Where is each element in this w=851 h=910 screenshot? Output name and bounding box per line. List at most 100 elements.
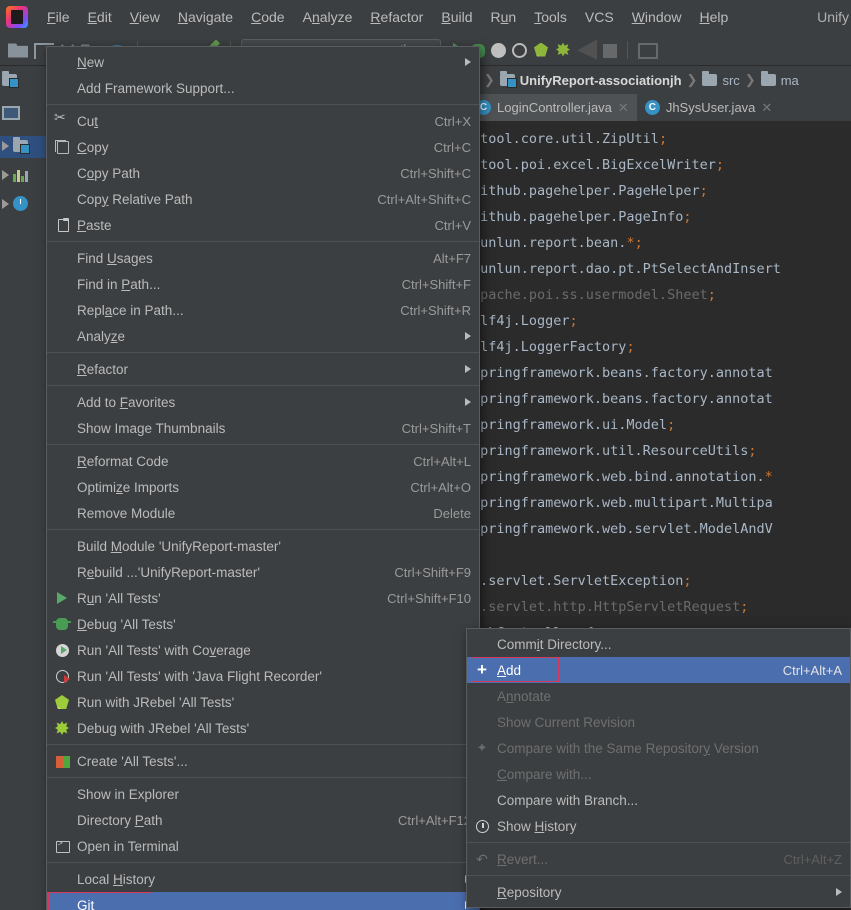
close-icon[interactable]: ✕ xyxy=(618,100,629,116)
menubar-item-file[interactable]: File xyxy=(38,6,79,28)
layout-icon[interactable] xyxy=(638,42,658,59)
context-menu-item-run-all-tests[interactable]: Run 'All Tests' Ctrl+Shift+F10 xyxy=(47,585,479,611)
context-menu-item-directory-path[interactable]: Directory Path Ctrl+Alt+F12 xyxy=(47,807,479,833)
jrebel-debug-icon[interactable] xyxy=(556,42,570,57)
breadcrumb-label-3: ma xyxy=(780,72,799,88)
menu-item-icon-slot xyxy=(47,669,77,684)
java-flight-recorder-icon[interactable] xyxy=(512,43,527,58)
git-menu-item-compare-with-the-same-repository-version[interactable]: ✦ Compare with the Same Repository Versio… xyxy=(467,735,850,761)
coverage-icon xyxy=(55,643,69,657)
menu-item-shortcut: Ctrl+Shift+F10 xyxy=(387,590,471,606)
context-menu-item-optimize-imports[interactable]: Optimize Imports Ctrl+Alt+O xyxy=(47,474,479,500)
context-menu-item-git[interactable]: Git xyxy=(47,892,479,910)
context-menu-item-rebuild-unifyreport-master[interactable]: Rebuild ...'UnifyReport-master' Ctrl+Shif… xyxy=(47,559,479,585)
context-menu-item-run-all-tests-with-coverage[interactable]: Run 'All Tests' with Coverage xyxy=(47,637,479,663)
menu-item-shortcut: Ctrl+Shift+C xyxy=(400,165,471,181)
context-menu-item-find-in-path[interactable]: Find in Path... Ctrl+Shift+F xyxy=(47,271,479,297)
copy-icon xyxy=(55,140,69,154)
context-menu-item-debug-with-jrebel-all-tests[interactable]: Debug with JRebel 'All Tests' xyxy=(47,715,479,741)
menubar-item-analyze[interactable]: Analyze xyxy=(294,6,362,28)
folder-icon xyxy=(702,71,718,86)
code-line-7: slf4j.Logger; xyxy=(472,313,578,329)
expand-arrow-icon-2[interactable] xyxy=(2,170,9,180)
menubar-item-run[interactable]: Run xyxy=(482,6,526,28)
context-menu-item-show-in-explorer[interactable]: Show in Explorer xyxy=(47,781,479,807)
context-menu-item-create-all-tests[interactable]: Create 'All Tests'... xyxy=(47,748,479,774)
menubar-item-refactor[interactable]: Refactor xyxy=(361,6,432,28)
menu-item-label: Optimize Imports xyxy=(77,479,180,495)
menubar-item-view[interactable]: View xyxy=(121,6,169,28)
menubar-item-build[interactable]: Build xyxy=(432,6,481,28)
menu-item-label: Run with JRebel 'All Tests' xyxy=(77,694,235,710)
context-menu-item-refactor[interactable]: Refactor xyxy=(47,356,479,382)
context-menu-item-copy-relative-path[interactable]: Copy Relative Path Ctrl+Alt+Shift+C xyxy=(47,186,479,212)
git-menu-item-show-current-revision[interactable]: Show Current Revision xyxy=(467,709,850,735)
menu-item-label: Commit Directory... xyxy=(497,636,612,652)
context-menu-item-reformat-code[interactable]: Reformat Code Ctrl+Alt+L xyxy=(47,448,479,474)
context-menu-item-open-in-terminal[interactable]: Open in Terminal xyxy=(47,833,479,859)
menu-separator-9 xyxy=(47,862,479,863)
open-project-icon[interactable] xyxy=(8,43,28,58)
context-menu-item-show-image-thumbnails[interactable]: Show Image Thumbnails Ctrl+Shift+T xyxy=(47,415,479,441)
project-context-menu[interactable]: New Add Framework Support... Cut Ctrl+X Copy… xyxy=(46,46,480,910)
editor-tab-0[interactable]: C LoginController.java ✕ xyxy=(468,94,637,121)
menubar-item-tools[interactable]: Tools xyxy=(525,6,576,28)
menu-item-label: Show in Explorer xyxy=(77,786,180,802)
menubar-item-navigate[interactable]: Navigate xyxy=(169,6,242,28)
context-menu-item-remove-module[interactable]: Remove Module Delete xyxy=(47,500,479,526)
menu-separator-4 xyxy=(47,385,479,386)
expand-arrow-icon[interactable] xyxy=(2,141,9,151)
git-menu-item-commit-directory[interactable]: Commit Directory... xyxy=(467,631,850,657)
git-menu-item-annotate[interactable]: Annotate xyxy=(467,683,850,709)
context-menu-item-run-all-tests-with-java-flight-recorder[interactable]: Run 'All Tests' with 'Java Flight Record… xyxy=(47,663,479,689)
context-menu-item-build-module-unifyreport-master[interactable]: Build Module 'UnifyReport-master' xyxy=(47,533,479,559)
context-menu-item-new[interactable]: New xyxy=(47,49,479,75)
context-menu-item-replace-in-path[interactable]: Replace in Path... Ctrl+Shift+R xyxy=(47,297,479,323)
context-menu-item-local-history[interactable]: Local History xyxy=(47,866,479,892)
menubar-item-edit[interactable]: Edit xyxy=(79,6,121,28)
context-menu-item-debug-all-tests[interactable]: Debug 'All Tests' xyxy=(47,611,479,637)
menubar-item-window[interactable]: Window xyxy=(623,6,691,28)
menu-item-icon-slot xyxy=(47,720,77,736)
menubar-item-vcs[interactable]: VCS xyxy=(576,6,623,28)
context-menu-item-add-to-favorites[interactable]: Add to Favorites xyxy=(47,389,479,415)
jrebel-run-icon[interactable] xyxy=(534,42,548,57)
menu-item-icon-slot: + xyxy=(467,661,497,678)
git-menu-item-add[interactable]: + Add Ctrl+Alt+A xyxy=(467,657,850,683)
context-menu-item-find-usages[interactable]: Find Usages Alt+F7 xyxy=(47,245,479,271)
context-menu-item-cut[interactable]: Cut Ctrl+X xyxy=(47,108,479,134)
module-icon xyxy=(2,71,19,88)
menubar-item-code[interactable]: Code xyxy=(242,6,293,28)
context-menu-item-analyze[interactable]: Analyze xyxy=(47,323,479,349)
menu-item-label: New xyxy=(77,54,105,70)
context-menu-item-paste[interactable]: Paste Ctrl+V xyxy=(47,212,479,238)
stop-icon[interactable] xyxy=(603,44,617,58)
breadcrumb-item-3[interactable]: ma xyxy=(760,71,799,88)
context-menu-item-add-framework-support[interactable]: Add Framework Support... xyxy=(47,75,479,101)
context-menu-item-copy[interactable]: Copy Ctrl+C xyxy=(47,134,479,160)
breadcrumb-item-2[interactable]: src xyxy=(702,71,740,88)
menu-item-shortcut: Ctrl+Alt+O xyxy=(410,479,471,495)
context-menu-item-copy-path[interactable]: Copy Path Ctrl+Shift+C xyxy=(47,160,479,186)
menu-separator-7 xyxy=(47,744,479,745)
git-menu-item-compare-with-branch[interactable]: Compare with Branch... xyxy=(467,787,850,813)
revert-icon: ↶ xyxy=(476,851,488,867)
code-line-3: github.pagehelper.PageInfo; xyxy=(472,209,692,225)
git-menu-item-show-history[interactable]: Show History xyxy=(467,813,850,839)
editor-tab-1[interactable]: C JhSysUser.java ✕ xyxy=(637,94,781,121)
editor-tab-label-1: JhSysUser.java xyxy=(665,100,756,115)
git-menu-item-compare-with[interactable]: Compare with... xyxy=(467,761,850,787)
menu-item-label: Remove Module xyxy=(77,505,176,521)
folder-icon xyxy=(760,71,776,86)
context-menu-item-run-with-jrebel-all-tests[interactable]: Run with JRebel 'All Tests' xyxy=(47,689,479,715)
git-menu-item-repository[interactable]: Repository xyxy=(467,879,850,905)
attach-profiler-icon[interactable] xyxy=(577,39,597,60)
run-with-coverage-icon[interactable] xyxy=(491,43,506,58)
close-icon-2[interactable]: ✕ xyxy=(761,100,772,116)
menubar-item-help[interactable]: Help xyxy=(691,6,738,28)
expand-arrow-icon-3[interactable] xyxy=(2,198,9,209)
breadcrumb-item-1[interactable]: UnifyReport-associationjh xyxy=(499,71,682,88)
git-submenu[interactable]: Commit Directory... + Add Ctrl+Alt+A Annotat… xyxy=(466,628,851,908)
git-menu-item-revert[interactable]: ↶ Revert... Ctrl+Alt+Z xyxy=(467,846,850,872)
preview-icon xyxy=(2,106,20,120)
